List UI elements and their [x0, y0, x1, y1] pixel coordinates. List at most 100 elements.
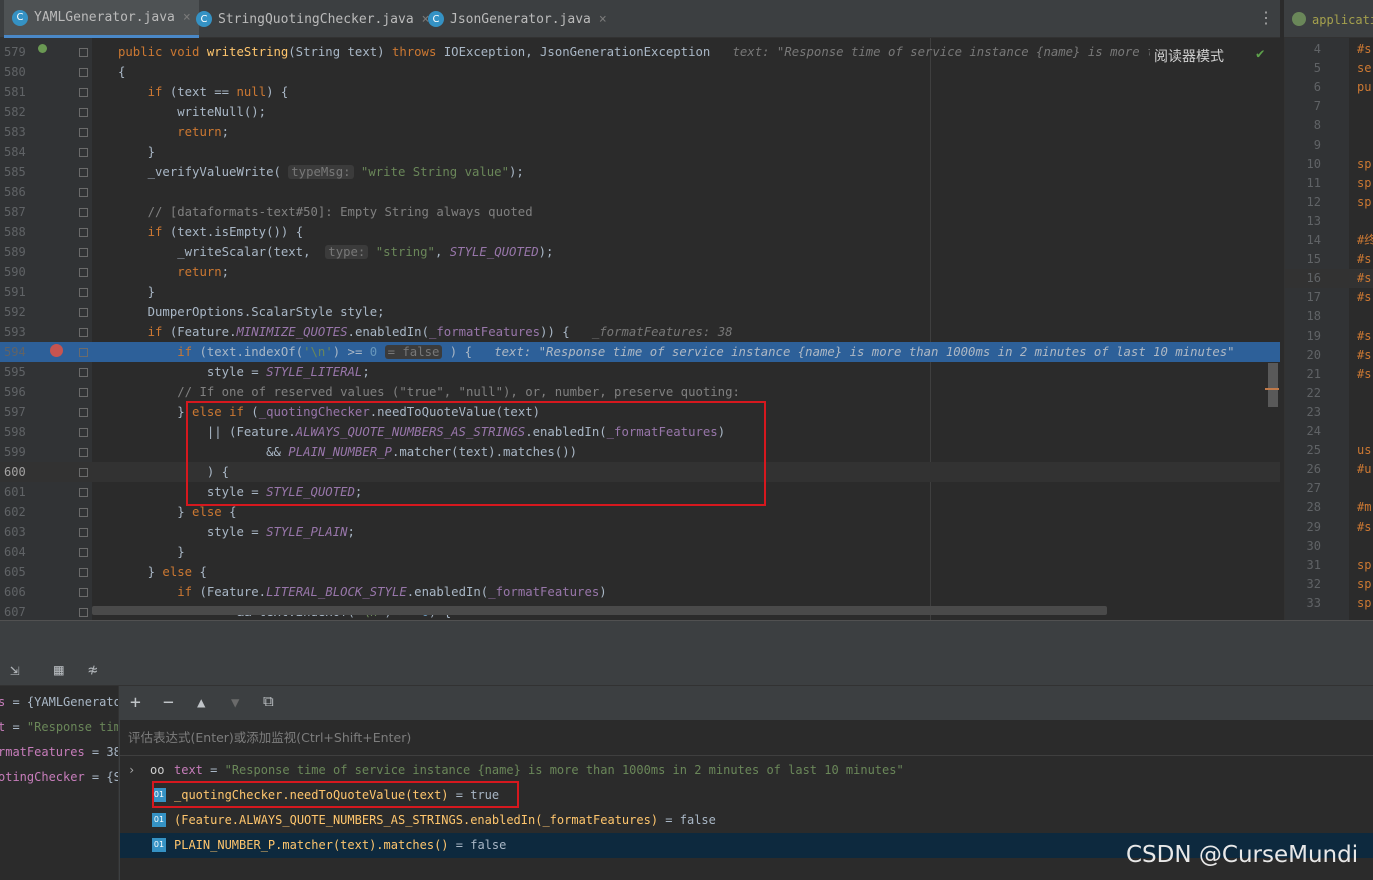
code-line: 593 if (Feature.MINIMIZE_QUOTES.enabledI…	[0, 322, 1280, 342]
fold-marker-icon[interactable]	[79, 448, 88, 457]
variable-value: "Response time	[26, 720, 119, 734]
trace-stream-icon[interactable]: ≉	[88, 660, 98, 679]
fold-marker-icon[interactable]	[79, 148, 88, 157]
code-line: 579 public void writeString(String text) …	[0, 42, 1280, 62]
fold-marker-icon[interactable]	[79, 368, 88, 377]
close-icon[interactable]: ×	[599, 12, 607, 27]
fold-marker-icon[interactable]	[79, 188, 88, 197]
reader-mode-button[interactable]: 阅读器模式	[1150, 46, 1228, 66]
fold-marker-icon[interactable]	[79, 588, 88, 597]
variable-row[interactable]: rmatFeatures = 38	[0, 740, 118, 765]
fold-marker-icon[interactable]	[79, 128, 88, 137]
code-text: #s	[1357, 42, 1372, 56]
fold-marker-icon[interactable]	[79, 88, 88, 97]
secondary-code-line: 30	[1285, 537, 1373, 556]
equals-sign: =	[202, 763, 225, 777]
fold-marker-icon[interactable]	[79, 568, 88, 577]
tab-jsongenerator[interactable]: C JsonGenerator.java ×	[420, 0, 615, 38]
fold-marker-icon[interactable]	[79, 208, 88, 217]
secondary-code-line: 11 sp	[1285, 174, 1373, 193]
fold-marker-icon[interactable]	[79, 488, 88, 497]
watch-row[interactable]: › oo text = "Response time of service inst…	[120, 758, 1373, 783]
horizontal-scrollbar[interactable]	[92, 606, 1107, 615]
code-line: 587 // [dataformats-text#50]: Empty Stri…	[0, 202, 1280, 222]
fold-marker-icon[interactable]	[79, 108, 88, 117]
fold-marker-icon[interactable]	[79, 528, 88, 537]
code-text: } else {	[118, 565, 207, 579]
line-number: 20	[1306, 347, 1321, 362]
line-number: 591	[4, 285, 26, 299]
duplicate-watch-icon[interactable]: ⧉	[263, 692, 274, 710]
secondary-editor-pane[interactable]: 4#s5se6pu78910sp11sp12sp1314#终15#s16#s17…	[1284, 38, 1373, 620]
fold-marker-icon[interactable]	[79, 168, 88, 177]
variable-row[interactable]: s = {YAMLGenerator	[0, 690, 118, 715]
code-editor[interactable]: 579 public void writeString(String text) …	[0, 38, 1280, 620]
code-text: #s	[1357, 271, 1372, 286]
code-text: return;	[177, 125, 230, 139]
fold-marker-icon[interactable]	[79, 308, 88, 317]
code-line: 583 return;	[0, 122, 1280, 142]
secondary-code-line: 16 #s	[1285, 269, 1373, 289]
code-text: se	[1357, 61, 1372, 76]
step-into-icon[interactable]: ⇲	[10, 660, 20, 679]
code-text: #s	[1357, 328, 1372, 343]
tab-label: JsonGenerator.java	[450, 11, 591, 27]
line-number: 594	[4, 345, 26, 359]
secondary-code-line: 10 sp	[1285, 155, 1373, 174]
watermark: CSDN @CurseMundi	[1126, 842, 1359, 868]
more-tabs-icon[interactable]: ⋮	[1258, 8, 1274, 27]
vertical-scrollbar-thumb[interactable]	[1268, 363, 1278, 407]
add-watch-icon[interactable]: +	[130, 692, 141, 713]
watch-row[interactable]: 01 (Feature.ALWAYS_QUOTE_NUMBERS_AS_STRIN…	[120, 808, 1373, 833]
fold-marker-icon[interactable]	[79, 228, 88, 237]
variable-row[interactable]: t = "Response time	[0, 715, 119, 740]
watch-text: (Feature.ALWAYS_QUOTE_NUMBERS_AS_STRINGS…	[174, 808, 716, 833]
fold-marker-icon[interactable]	[79, 428, 88, 437]
fold-marker-icon[interactable]	[79, 268, 88, 277]
evaluate-expression-input[interactable]: 评估表达式(Enter)或添加监视(Ctrl+Shift+Enter)	[120, 720, 1373, 756]
breakpoint-icon[interactable]	[50, 344, 63, 357]
remove-watch-icon[interactable]: −	[163, 692, 174, 713]
code-text: sp	[1357, 595, 1372, 610]
tab-stringquotingchecker[interactable]: C StringQuotingChecker.java ×	[188, 0, 438, 38]
move-down-icon[interactable]: ▼	[231, 695, 239, 711]
fold-marker-icon[interactable]	[79, 508, 88, 517]
fold-marker-icon[interactable]	[79, 608, 88, 617]
code-text: #m	[1357, 500, 1372, 515]
line-number: 7	[1313, 99, 1321, 114]
code-text: sp	[1357, 557, 1372, 572]
fold-marker-icon[interactable]	[79, 48, 88, 57]
line-number: 605	[4, 565, 26, 579]
expand-arrow-icon[interactable]: ›	[128, 758, 135, 783]
line-number: 5	[1313, 61, 1321, 76]
code-text: _writeScalar(text, type: "string", STYLE…	[118, 245, 554, 259]
code-text: if (Feature.MINIMIZE_QUOTES.enabledIn(_f…	[147, 325, 733, 339]
fold-marker-icon[interactable]	[79, 548, 88, 557]
fold-marker-icon[interactable]	[79, 328, 88, 337]
tab-application[interactable]: application	[1292, 12, 1373, 27]
fold-marker-icon[interactable]	[79, 388, 88, 397]
fold-marker-icon[interactable]	[79, 288, 88, 297]
code-text: DumperOptions.ScalarStyle style;	[118, 305, 385, 319]
move-up-icon[interactable]: ▲	[197, 695, 205, 711]
inspection-ok-icon: ✔	[1256, 46, 1265, 62]
fold-marker-icon[interactable]	[79, 408, 88, 417]
tab-yamlgenerator[interactable]: C YAMLGenerator.java ×	[4, 0, 199, 38]
variable-row[interactable]: otingChecker = {St	[0, 765, 118, 790]
line-number: 17	[1306, 290, 1321, 305]
implementation-marker-icon[interactable]	[38, 44, 47, 53]
secondary-code-line: 12 sp	[1285, 193, 1373, 212]
secondary-code-line: 27	[1285, 479, 1373, 498]
line-number: 598	[4, 425, 26, 439]
variable-name: rmatFeatures	[0, 745, 85, 759]
fold-marker-icon[interactable]	[79, 348, 88, 357]
fold-marker-icon[interactable]	[79, 68, 88, 77]
code-text: #s	[1357, 290, 1372, 305]
equals-sign: =	[84, 745, 107, 759]
line-number: 596	[4, 385, 26, 399]
fold-marker-icon[interactable]	[79, 248, 88, 257]
watch-expression: PLAIN_NUMBER_P.matcher(text).matches()	[174, 838, 449, 852]
debug-panel-header	[0, 620, 1373, 654]
evaluate-expression-icon[interactable]: ▦	[54, 660, 64, 679]
fold-marker-icon[interactable]	[79, 468, 88, 477]
